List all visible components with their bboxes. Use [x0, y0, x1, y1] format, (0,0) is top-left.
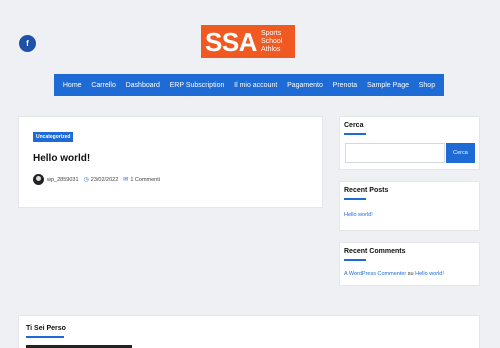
logo-tagline: Sports School Athlos	[261, 30, 282, 54]
site-logo[interactable]: SSA Sports School Athlos	[201, 25, 295, 58]
recent-posts-title: Recent Posts	[344, 187, 389, 194]
post-title[interactable]: Hello world!	[33, 153, 90, 164]
recent-comments-title: Recent Comments	[344, 248, 406, 255]
nav-item-home[interactable]: Home	[63, 82, 82, 89]
missed-posts-title: Ti Sei Perso	[26, 325, 66, 332]
nav-item-dashboard[interactable]: Dashboard	[126, 82, 160, 89]
post-card: Uncategorized Hello world! wp_2859031 ◷ …	[18, 116, 323, 208]
clock-icon: ◷	[83, 177, 89, 183]
recent-comments-widget: Recent Comments A WordPress Commenter su…	[339, 242, 480, 286]
comment-author-link[interactable]: A WordPress Commenter	[344, 271, 406, 277]
search-input[interactable]	[345, 143, 445, 163]
search-widget: Cerca Cerca	[339, 116, 480, 170]
nav-item-sample-page[interactable]: Sample Page	[367, 82, 409, 89]
logo-line-3: Athlos	[260, 45, 281, 53]
comments-icon: ✉	[123, 177, 129, 183]
post-author[interactable]: wp_2859031	[47, 177, 79, 183]
nav-item-pagamento[interactable]: Pagamento	[287, 82, 323, 89]
post-meta: wp_2859031 ◷ 23/02/2022 ✉ 1 Commenti	[33, 174, 160, 185]
facebook-icon[interactable]: f	[19, 35, 36, 52]
post-comments-link[interactable]: 1 Commenti	[130, 177, 160, 183]
recent-posts-widget: Recent Posts Hello world!	[339, 181, 480, 231]
author-avatar[interactable]	[33, 174, 44, 185]
nav-item-my-account[interactable]: Il mio account	[234, 82, 277, 89]
category-badge[interactable]: Uncategorized	[33, 132, 74, 142]
nav-item-erp-subscription[interactable]: ERP Subscription	[170, 82, 225, 89]
nav-item-carrello[interactable]: Carrello	[91, 82, 116, 89]
logo-line-1: Sports	[260, 29, 282, 37]
section-title-underline	[26, 336, 64, 338]
search-button[interactable]: Cerca	[446, 143, 475, 163]
nav-item-shop[interactable]: Shop	[419, 82, 435, 89]
widget-title-underline	[344, 259, 366, 261]
comment-separator: su	[407, 271, 414, 277]
widget-title-underline	[344, 133, 366, 135]
widget-title-underline	[344, 198, 366, 200]
comment-post-link[interactable]: Hello world!	[415, 271, 444, 277]
logo-line-2: School	[260, 37, 283, 45]
recent-comment-item: A WordPress Commenter su Hello world!	[344, 271, 444, 277]
search-widget-title: Cerca	[344, 122, 364, 129]
facebook-glyph: f	[26, 39, 29, 48]
nav-item-prenota[interactable]: Prenota	[333, 82, 358, 89]
recent-post-link[interactable]: Hello world!	[344, 212, 373, 218]
post-date[interactable]: 23/02/2022	[91, 177, 119, 183]
missed-posts-section: Ti Sei Perso	[18, 315, 480, 348]
logo-text: SSA	[205, 26, 257, 57]
main-nav: Home Carrello Dashboard ERP Subscription…	[54, 74, 444, 96]
